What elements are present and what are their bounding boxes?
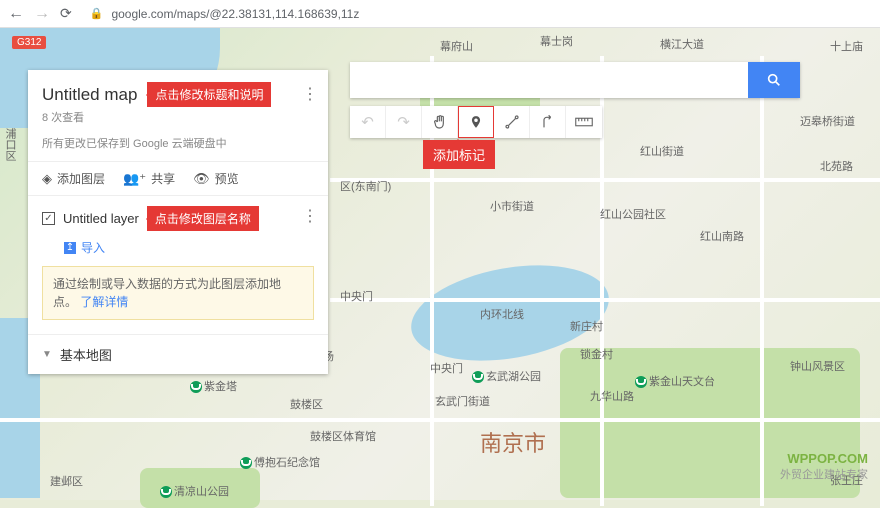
chevron-down-icon: ▼	[42, 349, 52, 360]
hand-icon	[432, 114, 448, 130]
layer-checkbox[interactable]: ✓	[42, 212, 55, 225]
preview-button[interactable]: 👁 预览	[193, 170, 239, 187]
map-label: 建邺区	[50, 473, 83, 489]
import-icon: ↥	[64, 242, 76, 254]
view-count: 8 次查看	[42, 109, 314, 125]
map-label: 紫金塔	[190, 378, 237, 394]
import-link[interactable]: 导入	[81, 239, 105, 256]
search-icon	[766, 72, 782, 88]
panel-header: Untitled map 点击修改标题和说明 8 次查看 所有更改已保存到 Go…	[28, 70, 328, 161]
action-row: ◈ 添加图层 👥⁺ 共享 👁 预览	[28, 161, 328, 196]
map-label: 鼓楼区	[290, 396, 323, 412]
address-bar[interactable]: 🔒 google.com/maps/@22.38131,114.168639,1…	[82, 7, 872, 21]
city-label: 南京市	[480, 426, 546, 458]
map-toolbar: ↶ ↷	[350, 106, 602, 138]
poi-icon	[240, 457, 252, 469]
map-label: 红山街道	[640, 143, 684, 159]
map-label: 红山南路	[700, 228, 744, 244]
browser-bar: ← → ⟳ 🔒 google.com/maps/@22.38131,114.16…	[0, 0, 880, 28]
url-text: google.com/maps/@22.38131,114.168639,11z	[111, 7, 359, 21]
watermark-line1: WPPOP.COM	[780, 451, 868, 468]
poi-icon	[635, 376, 647, 388]
map-label: 紫金山天文台	[635, 373, 715, 389]
add-layer-label: 添加图层	[57, 170, 105, 187]
redo-button[interactable]: ↷	[386, 106, 422, 138]
map-label: 横江大道	[660, 36, 704, 52]
map-label: 迈皋桥街道	[800, 113, 855, 129]
poi-icon	[472, 371, 484, 383]
map-label: 幕士岗	[540, 33, 573, 49]
search-button[interactable]	[748, 62, 800, 98]
layers-icon: ◈	[42, 171, 52, 187]
forward-button[interactable]: →	[34, 5, 50, 23]
poi-icon	[190, 381, 202, 393]
map-label: 内环北线	[480, 306, 524, 322]
share-label: 共享	[151, 170, 175, 187]
map-label: 小市街道	[490, 198, 534, 214]
draw-line-tool[interactable]	[494, 106, 530, 138]
add-layer-button[interactable]: ◈ 添加图层	[42, 170, 105, 187]
watermark: WPPOP.COM 外贸企业建站专家	[780, 451, 868, 482]
map-label: 中央门	[430, 360, 463, 376]
poi-icon	[160, 486, 172, 498]
save-status: 所有更改已保存到 Google 云端硬盘中	[42, 135, 314, 151]
map-label: 十上庙	[830, 38, 863, 54]
tip-box: 通过绘制或导入数据的方式为此图层添加地点。 了解详情	[42, 266, 314, 320]
marker-callout: 添加标记	[423, 140, 495, 169]
lock-icon: 🔒	[90, 7, 104, 20]
map-label: 玄武门街道	[435, 393, 490, 409]
map-label: 傅抱石纪念馆	[240, 454, 320, 470]
layer-block: ✓ Untitled layer 点击修改图层名称 ⋮ ↥ 导入 通过绘制或导入…	[28, 196, 328, 334]
side-panel: Untitled map 点击修改标题和说明 8 次查看 所有更改已保存到 Go…	[28, 70, 328, 374]
basemap-toggle[interactable]: ▼ 基本地图	[28, 334, 328, 374]
search-input[interactable]	[350, 62, 748, 98]
map-label: 区(东南门)	[340, 178, 391, 194]
add-marker-tool[interactable]	[458, 106, 494, 138]
map-label: 幕府山	[440, 38, 473, 54]
marker-icon	[469, 113, 483, 131]
measure-tool[interactable]	[566, 106, 602, 138]
ruler-icon	[575, 117, 593, 127]
directions-icon	[540, 114, 556, 130]
directions-tool[interactable]	[530, 106, 566, 138]
layer-callout: 点击修改图层名称	[147, 206, 259, 231]
title-callout: 点击修改标题和说明	[147, 82, 271, 107]
basemap-label: 基本地图	[60, 345, 112, 364]
share-icon: 👥⁺	[123, 171, 146, 187]
map-label: 鼓楼区体育馆	[310, 428, 376, 444]
map-label: 清凉山公园	[160, 483, 229, 499]
panel-more-button[interactable]: ⋮	[302, 84, 318, 104]
map-label: 浦口区	[2, 128, 18, 161]
map-label: 钟山风景区	[790, 358, 845, 374]
line-icon	[504, 114, 520, 130]
map-label: 中央门	[340, 288, 373, 304]
map-label: 锁金村	[580, 346, 613, 362]
map-label: 红山公园社区	[600, 206, 666, 222]
undo-button[interactable]: ↶	[350, 106, 386, 138]
map-label: 新庄村	[570, 318, 603, 334]
route-badge: G312	[12, 36, 46, 49]
tip-link[interactable]: 了解详情	[80, 295, 128, 309]
reload-button[interactable]: ⟳	[60, 5, 72, 22]
map-label: 九华山路	[590, 388, 634, 404]
map-title[interactable]: Untitled map	[42, 85, 137, 105]
preview-label: 预览	[215, 170, 239, 187]
map-label: 北苑路	[820, 158, 853, 174]
layer-more-button[interactable]: ⋮	[302, 206, 318, 226]
search-bar	[350, 62, 800, 98]
eye-icon: 👁	[193, 171, 210, 187]
back-button[interactable]: ←	[8, 5, 24, 23]
watermark-line2: 外贸企业建站专家	[780, 468, 868, 482]
share-button[interactable]: 👥⁺ 共享	[123, 170, 175, 187]
map-label: 玄武湖公园	[472, 368, 541, 384]
layer-name[interactable]: Untitled layer	[63, 211, 139, 226]
